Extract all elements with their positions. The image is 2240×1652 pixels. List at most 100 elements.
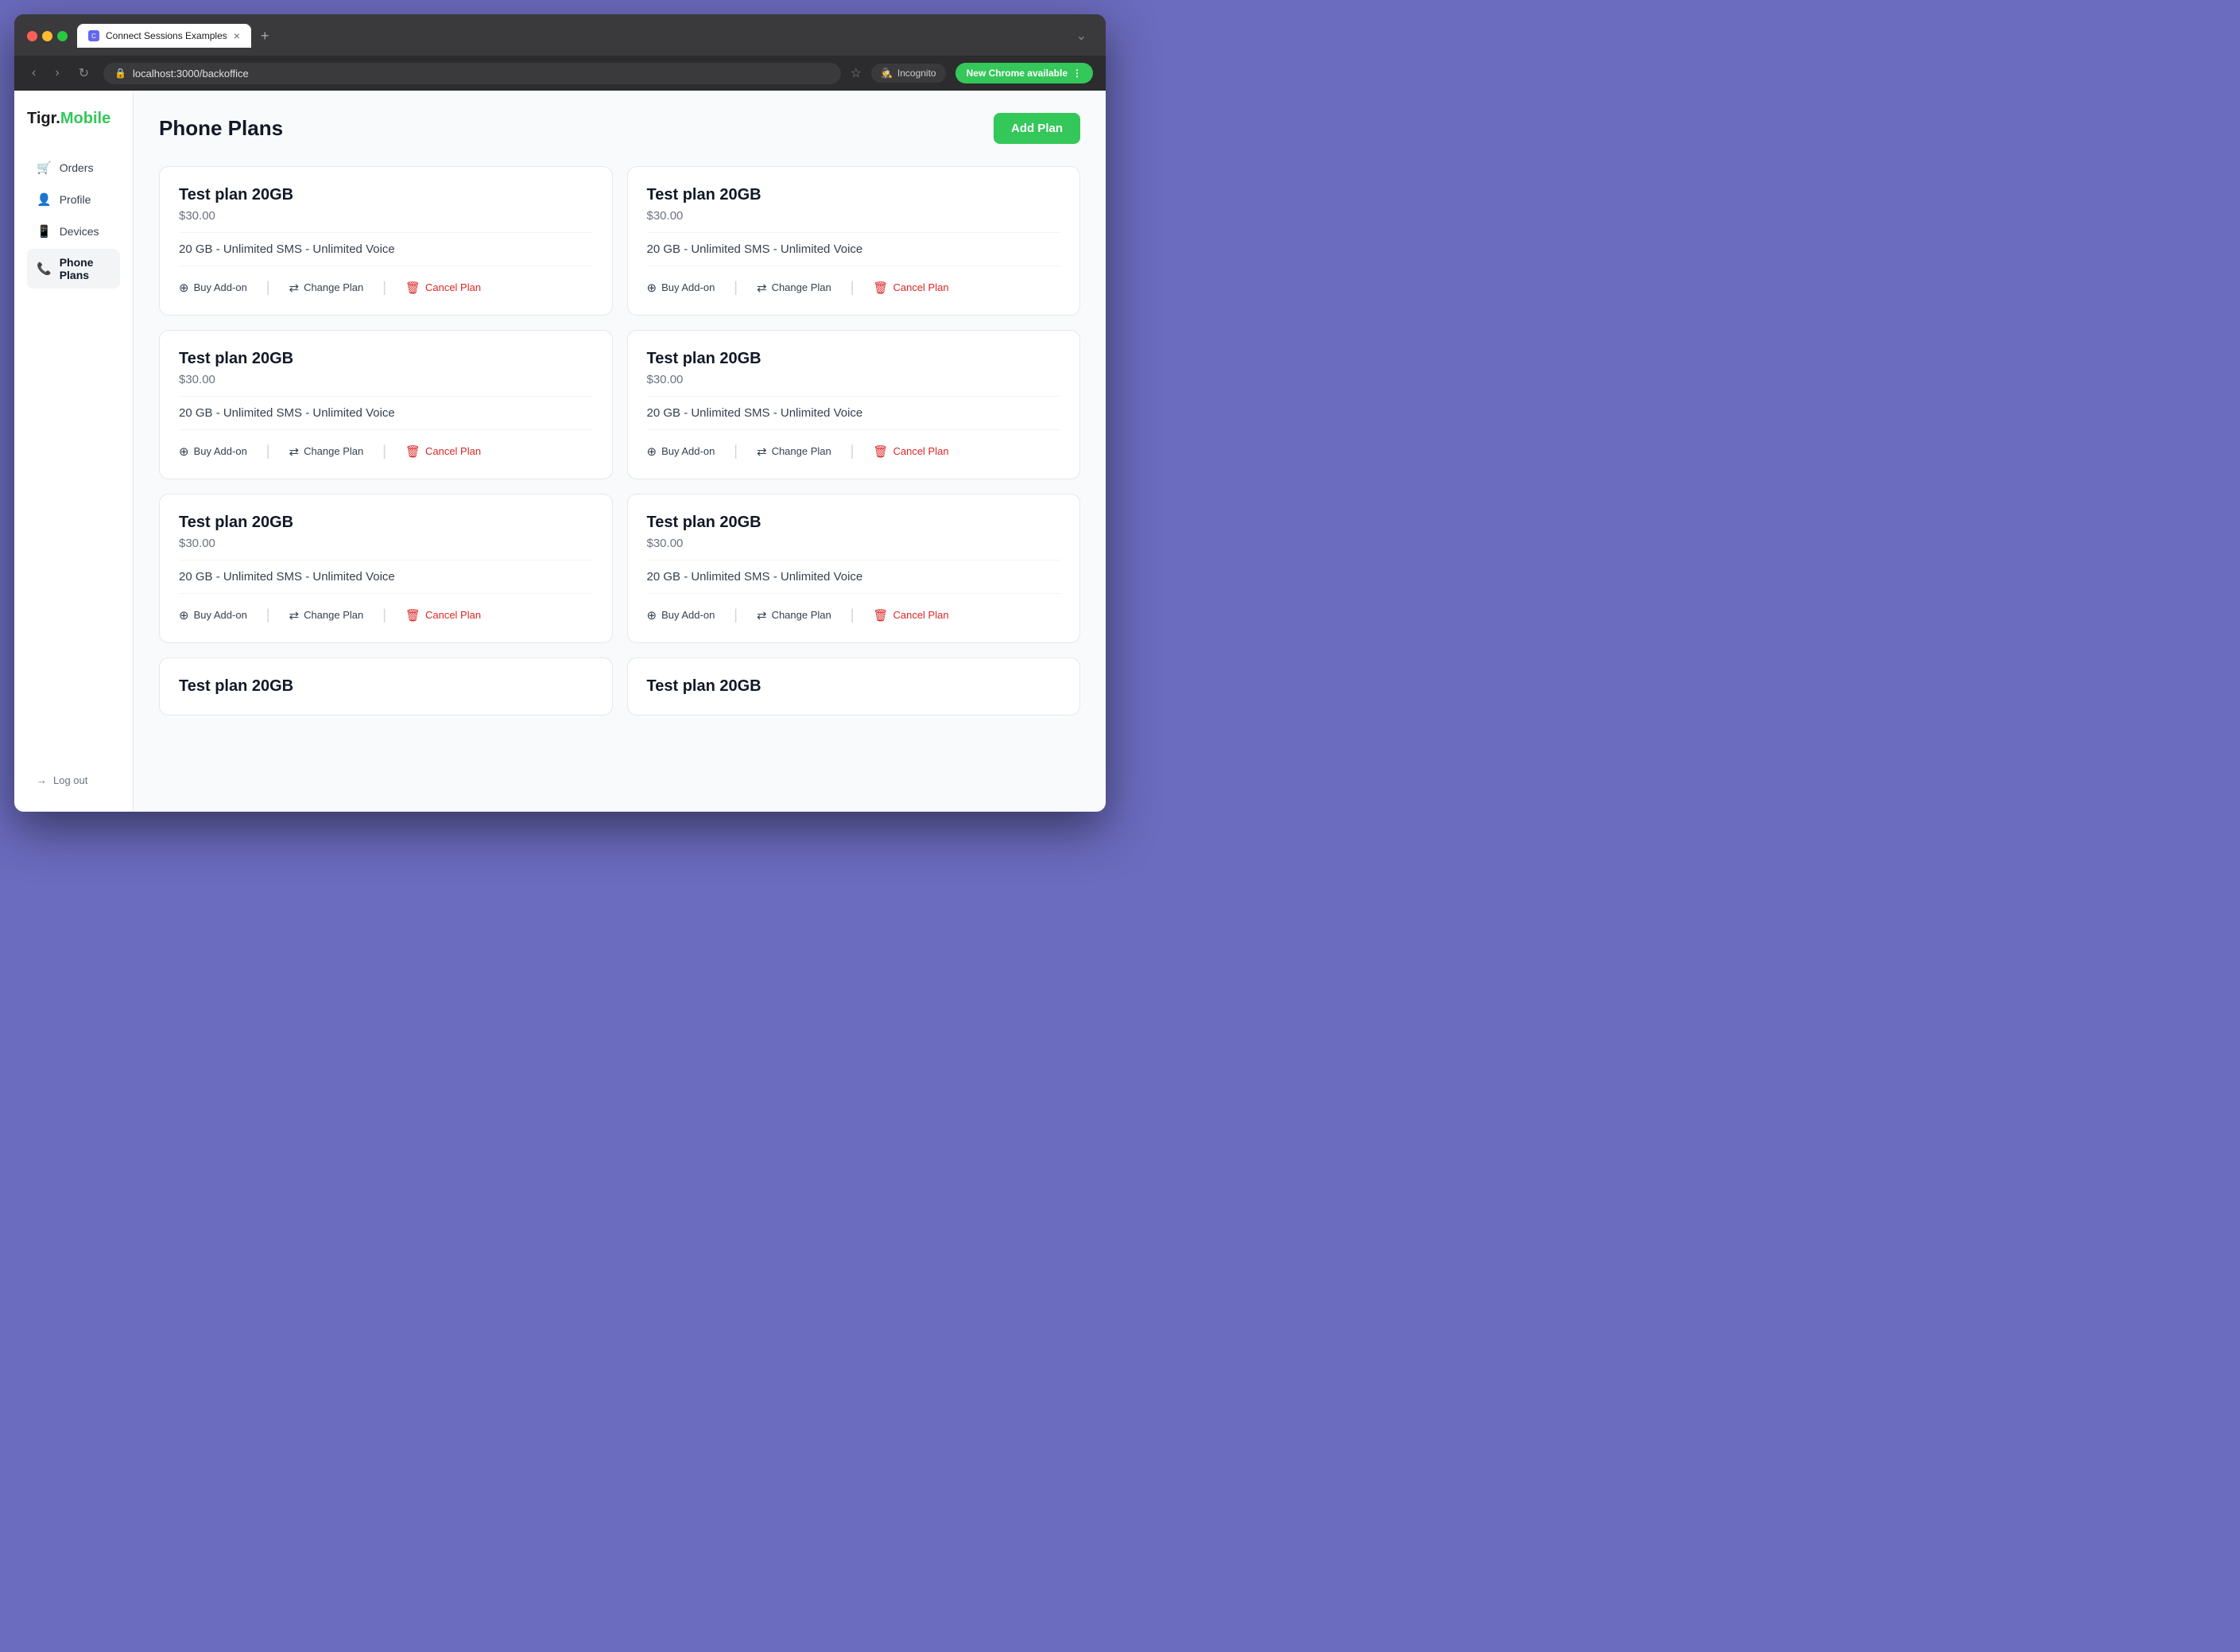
trash-icon: 🗑: [873, 608, 888, 622]
title-bar: C Connect Sessions Examples × + ⌄: [14, 14, 1106, 56]
logout-button[interactable]: → Log out: [27, 768, 97, 793]
plan-actions-3: ⊕ Buy Add-on | ⇄ Change Plan | 🗑 Cancel …: [179, 440, 593, 460]
plan-actions-4: ⊕ Buy Add-on | ⇄ Change Plan | 🗑 Cancel …: [647, 440, 1061, 460]
bookmark-button[interactable]: ☆: [851, 65, 862, 81]
plan-name-8: Test plan 20GB: [647, 677, 1061, 696]
tabs-bar: C Connect Sessions Examples × +: [77, 24, 275, 48]
new-chrome-button[interactable]: New Chrome available ⋮: [955, 63, 1093, 83]
plan-actions-1: ⊕ Buy Add-on | ⇄ Change Plan | 🗑 Cancel …: [179, 276, 593, 296]
plan-actions-5: ⊕ Buy Add-on | ⇄ Change Plan | 🗑 Cancel …: [179, 603, 593, 623]
main-content: Phone Plans Add Plan Test plan 20GB $30.…: [134, 91, 1106, 812]
change-icon: ⇄: [757, 281, 767, 295]
window-controls: ⌄: [1076, 28, 1093, 44]
new-tab-button[interactable]: +: [254, 25, 276, 48]
change-icon: ⇄: [289, 608, 299, 622]
security-icon: 🔒: [114, 68, 126, 79]
plan-price-6: $30.00: [647, 537, 1061, 550]
cancel-plan-button-6[interactable]: 🗑 Cancel Plan: [873, 608, 948, 622]
cancel-plan-button-5[interactable]: 🗑 Cancel Plan: [405, 608, 481, 622]
add-circle-icon: ⊕: [647, 608, 657, 622]
divider: |: [266, 279, 270, 296]
buy-addon-button-1[interactable]: ⊕ Buy Add-on: [179, 281, 247, 295]
maximize-window-button[interactable]: [57, 31, 68, 41]
profile-label: Profile: [60, 193, 91, 206]
new-chrome-menu-icon: ⋮: [1072, 68, 1082, 79]
plan-features-4: 20 GB - Unlimited SMS - Unlimited Voice: [647, 396, 1061, 430]
plan-features-2: 20 GB - Unlimited SMS - Unlimited Voice: [647, 232, 1061, 266]
change-plan-button-1[interactable]: ⇄ Change Plan: [289, 281, 363, 295]
add-circle-icon: ⊕: [647, 281, 657, 295]
plan-price-4: $30.00: [647, 373, 1061, 386]
sidebar-item-phone-plans[interactable]: 📞 Phone Plans: [27, 249, 120, 289]
cancel-plan-button-1[interactable]: 🗑 Cancel Plan: [405, 281, 481, 295]
active-tab[interactable]: C Connect Sessions Examples ×: [77, 24, 251, 48]
phone-plans-label: Phone Plans: [60, 256, 110, 281]
plan-name-3: Test plan 20GB: [179, 350, 593, 368]
plan-card-6: Test plan 20GB $30.00 20 GB - Unlimited …: [627, 494, 1081, 643]
plan-price-3: $30.00: [179, 373, 593, 386]
app-container: Tigr.Mobile 🛒 Orders 👤 Profile 📱 Devices…: [14, 91, 1106, 812]
change-plan-button-6[interactable]: ⇄ Change Plan: [757, 608, 831, 622]
change-plan-button-5[interactable]: ⇄ Change Plan: [289, 608, 363, 622]
plan-name-7: Test plan 20GB: [179, 677, 593, 696]
logo-mobile: Mobile: [60, 110, 110, 127]
divider: |: [382, 279, 386, 296]
tab-title: Connect Sessions Examples: [106, 30, 227, 41]
forward-button[interactable]: ›: [50, 63, 64, 83]
buy-addon-button-6[interactable]: ⊕ Buy Add-on: [647, 608, 715, 622]
address-bar[interactable]: 🔒 localhost:3000/backoffice: [103, 63, 841, 84]
trash-icon: 🗑: [405, 608, 420, 622]
add-circle-icon: ⊕: [647, 444, 657, 459]
sidebar-item-orders[interactable]: 🛒 Orders: [27, 153, 120, 182]
change-plan-button-3[interactable]: ⇄ Change Plan: [289, 444, 363, 459]
back-button[interactable]: ‹: [27, 63, 41, 83]
cancel-plan-button-2[interactable]: 🗑 Cancel Plan: [873, 281, 948, 295]
tab-close-button[interactable]: ×: [234, 29, 240, 42]
plan-card-3: Test plan 20GB $30.00 20 GB - Unlimited …: [159, 330, 613, 479]
logo-text: Tigr.: [27, 110, 60, 127]
nav-bar: ‹ › ↻ 🔒 localhost:3000/backoffice ☆ 🕵 In…: [14, 56, 1106, 91]
plan-features-5: 20 GB - Unlimited SMS - Unlimited Voice: [179, 560, 593, 594]
new-chrome-label: New Chrome available: [967, 68, 1068, 79]
sidebar-item-profile[interactable]: 👤 Profile: [27, 185, 120, 214]
buy-addon-button-4[interactable]: ⊕ Buy Add-on: [647, 444, 715, 459]
plan-features-3: 20 GB - Unlimited SMS - Unlimited Voice: [179, 396, 593, 430]
plan-card-5: Test plan 20GB $30.00 20 GB - Unlimited …: [159, 494, 613, 643]
plan-price-1: $30.00: [179, 209, 593, 223]
incognito-indicator: 🕵 Incognito: [871, 64, 946, 83]
cancel-plan-button-3[interactable]: 🗑 Cancel Plan: [405, 444, 481, 459]
change-icon: ⇄: [757, 608, 767, 622]
change-plan-button-4[interactable]: ⇄ Change Plan: [757, 444, 831, 459]
buy-addon-button-5[interactable]: ⊕ Buy Add-on: [179, 608, 247, 622]
page-header: Phone Plans Add Plan: [159, 113, 1080, 144]
plan-actions-2: ⊕ Buy Add-on | ⇄ Change Plan | 🗑 Cancel …: [647, 276, 1061, 296]
logout-icon: →: [37, 774, 47, 786]
change-icon: ⇄: [289, 444, 299, 459]
incognito-icon: 🕵: [881, 68, 893, 79]
add-plan-button[interactable]: Add Plan: [994, 113, 1080, 144]
buy-addon-button-3[interactable]: ⊕ Buy Add-on: [179, 444, 247, 459]
orders-icon: 🛒: [37, 161, 52, 175]
plan-actions-6: ⊕ Buy Add-on | ⇄ Change Plan | 🗑 Cancel …: [647, 603, 1061, 623]
plan-name-1: Test plan 20GB: [179, 186, 593, 204]
orders-label: Orders: [60, 161, 94, 174]
trash-icon: 🗑: [405, 281, 420, 295]
logo: Tigr.Mobile: [27, 110, 120, 128]
close-window-button[interactable]: [27, 31, 37, 41]
sidebar-item-devices[interactable]: 📱 Devices: [27, 217, 120, 246]
buy-addon-button-2[interactable]: ⊕ Buy Add-on: [647, 281, 715, 295]
change-plan-button-2[interactable]: ⇄ Change Plan: [757, 281, 831, 295]
plan-price-2: $30.00: [647, 209, 1061, 223]
trash-icon: 🗑: [873, 444, 888, 459]
change-icon: ⇄: [289, 281, 299, 295]
devices-label: Devices: [60, 225, 99, 238]
trash-icon: 🗑: [873, 281, 888, 295]
plan-name-5: Test plan 20GB: [179, 514, 593, 532]
cancel-plan-button-4[interactable]: 🗑 Cancel Plan: [873, 444, 948, 459]
plan-features-6: 20 GB - Unlimited SMS - Unlimited Voice: [647, 560, 1061, 594]
refresh-button[interactable]: ↻: [74, 62, 94, 84]
minimize-window-button[interactable]: [42, 31, 52, 41]
phone-plans-icon: 📞: [37, 262, 52, 276]
traffic-lights: [27, 31, 68, 41]
plan-card-8: Test plan 20GB: [627, 657, 1081, 715]
